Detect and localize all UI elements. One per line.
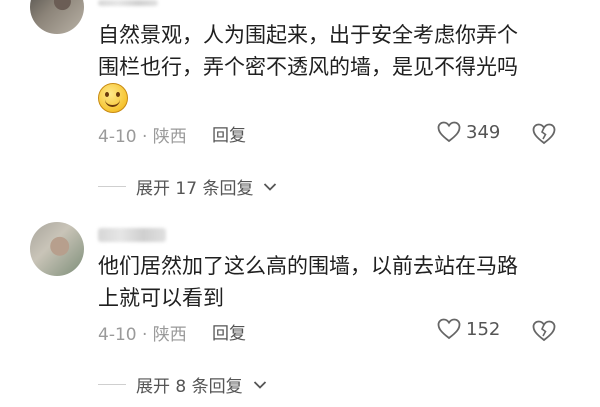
comment-text: 他们居然加了这么高的围墙，以前去站在马路 上就可以看到 (98, 250, 568, 314)
broken-heart-icon (532, 123, 556, 145)
broken-heart-icon (532, 320, 556, 342)
divider-line (98, 384, 126, 385)
dislike-button[interactable] (532, 320, 556, 346)
reply-button[interactable]: 回复 (212, 121, 246, 146)
comment-date-location: 4-10 · 陕西 (98, 325, 187, 345)
like-button[interactable]: 349 (437, 121, 500, 143)
expand-replies-label: 展开 17 条回复 (136, 179, 254, 199)
comment-text: 自然景观，人为围起来，出于安全考虑你弄个 围栏也行，弄个密不透风的墙，是见不得光… (98, 19, 568, 117)
comment-text-line: 上就可以看到 (98, 286, 224, 310)
reply-button[interactable]: 回复 (212, 319, 246, 344)
heart-icon (437, 318, 461, 340)
smiley-emoji-icon (98, 83, 128, 113)
avatar[interactable] (30, 0, 84, 34)
like-count: 152 (466, 318, 501, 340)
comment-date-location: 4-10 · 陕西 (98, 127, 187, 147)
comment-text-line: 他们居然加了这么高的围墙，以前去站在马路 (98, 254, 518, 278)
divider-line (98, 186, 126, 187)
like-button[interactable]: 152 (437, 318, 500, 340)
like-count: 349 (466, 121, 501, 143)
chevron-down-icon (264, 182, 277, 191)
expand-replies-button[interactable]: 展开 17 条回复 (98, 174, 277, 199)
expand-replies-button[interactable]: 展开 8 条回复 (98, 372, 267, 397)
avatar[interactable] (30, 222, 84, 276)
chevron-down-icon (253, 380, 266, 389)
expand-replies-label: 展开 8 条回复 (136, 377, 243, 397)
username-blurred[interactable] (98, 0, 158, 6)
dislike-button[interactable] (532, 123, 556, 149)
comment-text-line: 自然景观，人为围起来，出于安全考虑你弄个 (98, 23, 518, 47)
comment-text-line: 围栏也行，弄个密不透风的墙，是见不得光吗 (98, 55, 518, 79)
username-blurred[interactable] (98, 228, 166, 242)
heart-icon (437, 121, 461, 143)
